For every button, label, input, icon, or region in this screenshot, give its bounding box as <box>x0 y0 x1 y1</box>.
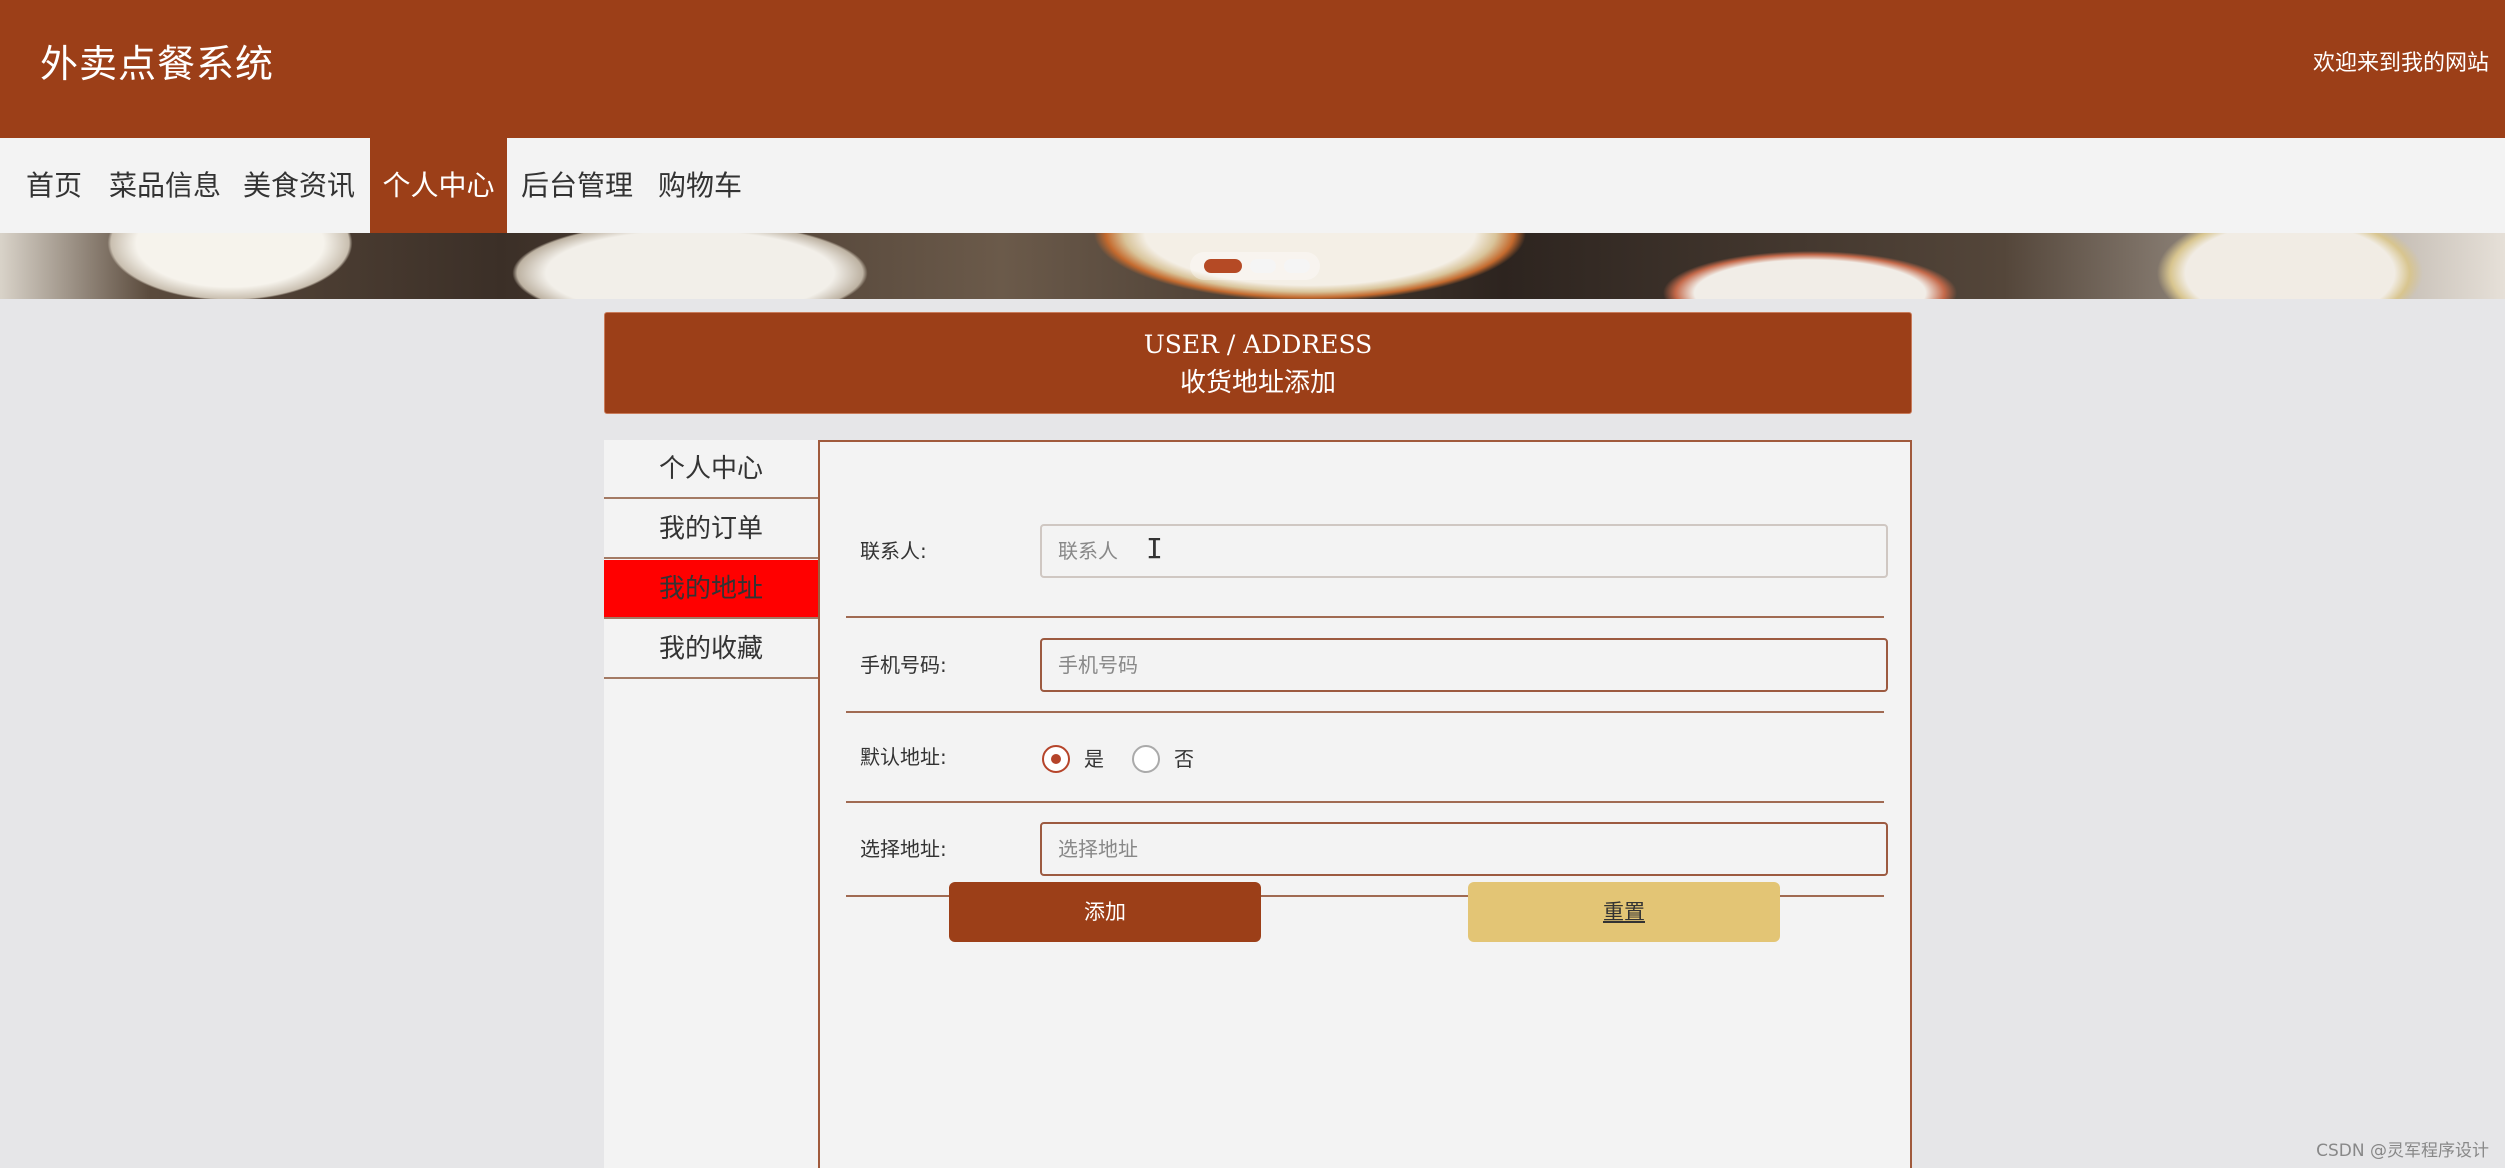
slider-dot-3[interactable] <box>1284 259 1310 273</box>
address-select-input[interactable] <box>1040 822 1888 876</box>
contact-input[interactable] <box>1040 524 1888 578</box>
welcome-text: 欢迎来到我的网站 <box>2312 51 2489 76</box>
address-label: 选择地址: <box>860 837 947 861</box>
default-address-row: 默认地址: 是 否 <box>846 713 1884 803</box>
default-address-label: 默认地址: <box>860 745 947 769</box>
side-menu: 个人中心 我的订单 我的地址 我的收藏 <box>604 440 818 1168</box>
phone-label: 手机号码: <box>860 653 947 677</box>
main-nav: 首页 菜品信息 美食资讯 个人中心 后台管理 购物车 <box>0 138 2505 233</box>
address-form-panel: 联系人: 手机号码: 默认地址: 是 否 选择地址: <box>818 440 1912 1168</box>
nav-item-admin[interactable]: 后台管理 <box>516 138 638 233</box>
side-item-personal-center[interactable]: 个人中心 <box>604 440 818 499</box>
side-item-my-orders[interactable]: 我的订单 <box>604 500 818 559</box>
default-no-radio[interactable] <box>1132 745 1160 773</box>
phone-input[interactable] <box>1040 638 1888 692</box>
add-button[interactable]: 添加 <box>949 882 1261 942</box>
contact-row: 联系人: <box>846 502 1888 618</box>
slider-dot-2[interactable] <box>1250 259 1276 273</box>
default-yes-radio[interactable] <box>1042 745 1070 773</box>
side-item-my-favorites[interactable]: 我的收藏 <box>604 620 818 679</box>
default-yes-label: 是 <box>1084 747 1104 771</box>
page-title-en: USER / ADDRESS <box>1143 330 1373 359</box>
default-no-label: 否 <box>1174 747 1194 771</box>
site-title: 外卖点餐系统 <box>40 42 275 86</box>
phone-row: 手机号码: <box>846 618 1888 713</box>
page-title-box: USER / ADDRESS 收货地址添加 <box>604 312 1912 414</box>
watermark: CSDN @灵军程序设计 <box>2316 1141 2489 1161</box>
nav-item-personal-center[interactable]: 个人中心 <box>370 138 507 233</box>
nav-item-food-news[interactable]: 美食资讯 <box>238 138 360 233</box>
reset-button[interactable]: 重置 <box>1468 882 1780 942</box>
site-header: 外卖点餐系统 欢迎来到我的网站 <box>0 0 2505 138</box>
nav-item-cart[interactable]: 购物车 <box>652 138 748 233</box>
contact-label: 联系人: <box>860 539 927 563</box>
nav-item-dishes[interactable]: 菜品信息 <box>104 138 226 233</box>
side-item-my-address[interactable]: 我的地址 <box>604 560 818 619</box>
banner-slider-dots <box>1190 252 1320 280</box>
slider-dot-1[interactable] <box>1204 259 1242 273</box>
page-title: 收货地址添加 <box>1179 368 1336 398</box>
nav-item-home[interactable]: 首页 <box>16 138 92 233</box>
text-cursor-icon: I <box>1146 532 1163 565</box>
